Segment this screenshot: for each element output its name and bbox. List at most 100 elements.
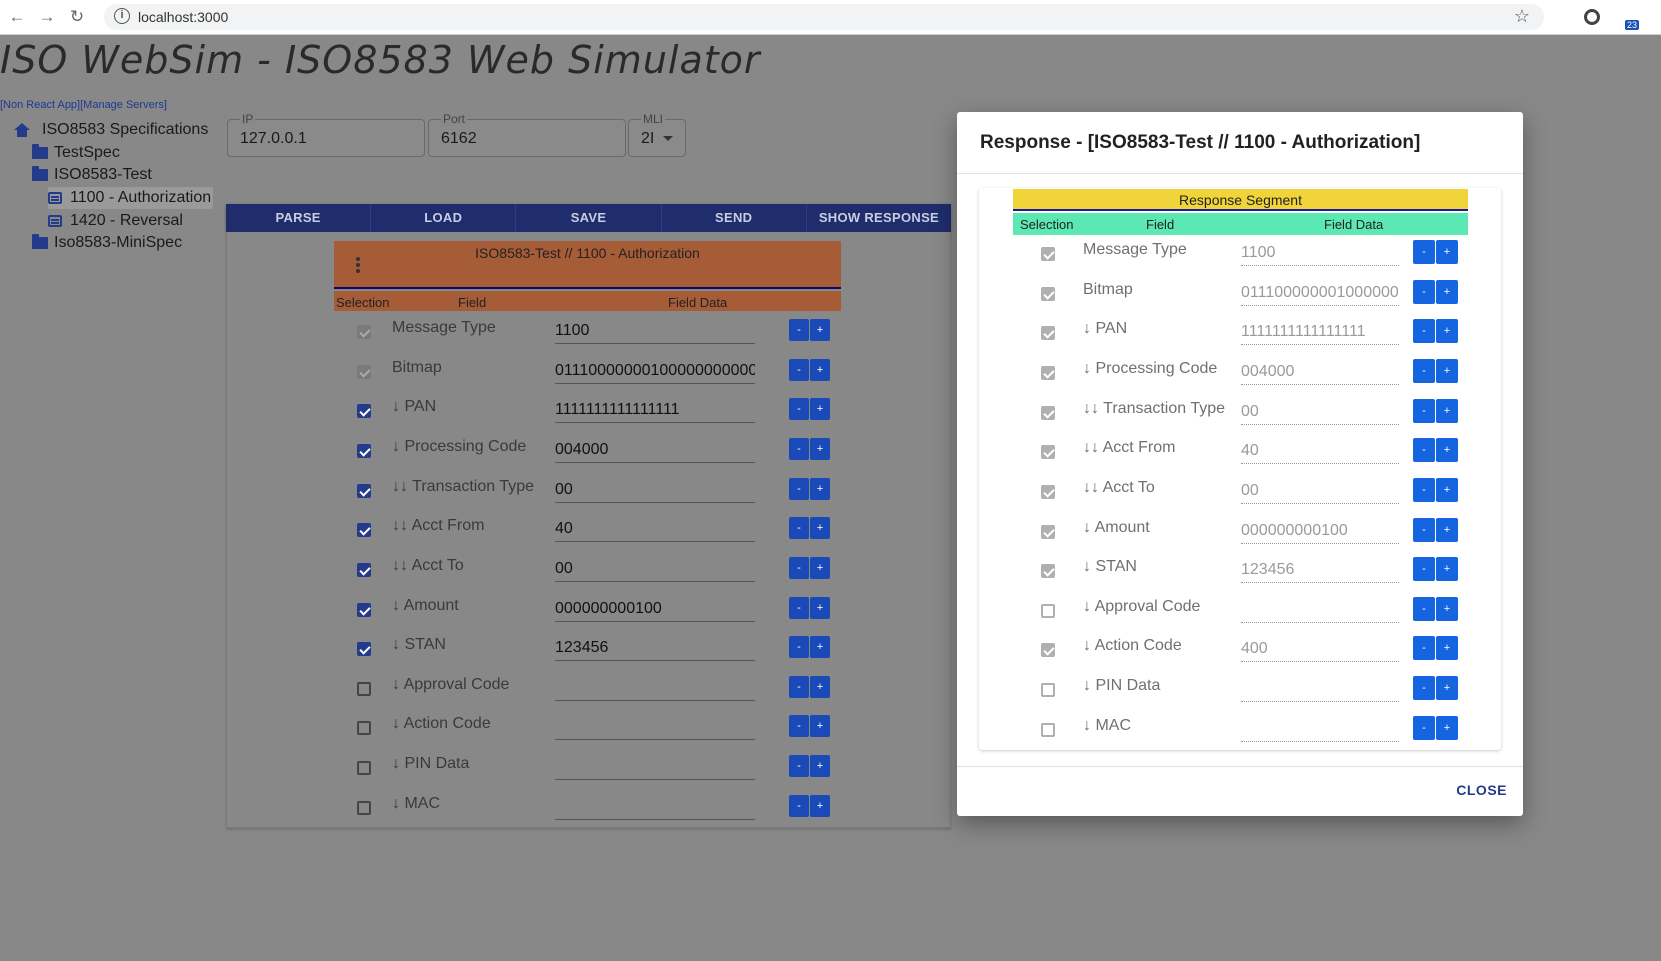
minus-button[interactable]: -	[1413, 359, 1435, 383]
plus-button[interactable]: +	[810, 636, 830, 658]
plus-button[interactable]: +	[810, 398, 830, 420]
ip-field[interactable]: IP 127.0.0.1	[227, 112, 425, 157]
field-checkbox[interactable]	[357, 563, 371, 577]
plus-button[interactable]: +	[1436, 280, 1458, 304]
back-arrow-icon[interactable]: ←	[6, 6, 28, 28]
minus-button[interactable]: -	[789, 398, 809, 420]
minus-button[interactable]: -	[789, 597, 809, 619]
field-data-input[interactable]	[555, 754, 755, 780]
plus-button[interactable]: +	[810, 557, 830, 579]
field-data-input[interactable]: 000000000100	[555, 596, 755, 622]
plus-button[interactable]: +	[1436, 557, 1458, 581]
bookmark-star-icon[interactable]: ☆	[1514, 6, 1530, 27]
tree-root[interactable]: ISO8583 Specifications	[14, 119, 208, 141]
plus-button[interactable]: +	[810, 597, 830, 619]
tree-item-testspec[interactable]: TestSpec	[32, 142, 120, 164]
minus-button[interactable]: -	[1413, 399, 1435, 423]
minus-button[interactable]: -	[1413, 676, 1435, 700]
minus-button[interactable]: -	[1413, 597, 1435, 621]
minus-button[interactable]: -	[789, 676, 809, 698]
field-data-input[interactable]: 00	[555, 477, 755, 503]
load-button[interactable]: LOAD	[371, 204, 517, 232]
field-data-input[interactable]	[555, 714, 755, 740]
field-data-input[interactable]: 1100	[555, 318, 755, 344]
extension-icon[interactable]	[1584, 9, 1600, 25]
plus-button[interactable]: +	[810, 478, 830, 500]
plus-button[interactable]: +	[810, 359, 830, 381]
plus-button[interactable]: +	[1436, 716, 1458, 740]
tree-item-1420-reversal[interactable]: 1420 - Reversal	[48, 210, 183, 232]
minus-button[interactable]: -	[789, 359, 809, 381]
show-response-button[interactable]: SHOW RESPONSE	[807, 204, 951, 232]
minus-button[interactable]: -	[789, 557, 809, 579]
plus-button[interactable]: +	[810, 676, 830, 698]
plus-button[interactable]: +	[810, 795, 830, 817]
field-checkbox[interactable]	[357, 365, 371, 379]
field-data-input[interactable]: 0111000000010000000000000000	[555, 358, 755, 384]
minus-button[interactable]: -	[1413, 557, 1435, 581]
minus-button[interactable]: -	[789, 517, 809, 539]
plus-button[interactable]: +	[810, 755, 830, 777]
plus-button[interactable]: +	[1436, 359, 1458, 383]
minus-button[interactable]: -	[1413, 636, 1435, 660]
field-checkbox[interactable]	[357, 444, 371, 458]
save-button[interactable]: SAVE	[516, 204, 662, 232]
field-checkbox[interactable]	[357, 761, 371, 775]
send-button[interactable]: SEND	[662, 204, 807, 232]
port-field[interactable]: Port 6162	[428, 112, 626, 157]
field-checkbox[interactable]	[357, 523, 371, 537]
plus-button[interactable]: +	[1436, 438, 1458, 462]
field-checkbox[interactable]	[357, 325, 371, 339]
field-data-input[interactable]: 123456	[555, 635, 755, 661]
field-data-input[interactable]	[555, 675, 755, 701]
plus-button[interactable]: +	[1436, 240, 1458, 264]
tree-item-1100-authorization[interactable]: 1100 - Authorization	[48, 187, 214, 209]
minus-button[interactable]: -	[789, 319, 809, 341]
field-checkbox[interactable]	[357, 682, 371, 696]
forward-arrow-icon[interactable]: →	[36, 6, 58, 28]
minus-button[interactable]: -	[1413, 280, 1435, 304]
plus-button[interactable]: +	[810, 438, 830, 460]
minus-button[interactable]: -	[1413, 240, 1435, 264]
plus-button[interactable]: +	[1436, 518, 1458, 542]
close-button[interactable]: CLOSE	[1456, 782, 1507, 798]
minus-button[interactable]: -	[789, 478, 809, 500]
mli-select[interactable]: MLI 2I	[628, 112, 686, 157]
field-checkbox[interactable]	[357, 484, 371, 498]
plus-button[interactable]: +	[810, 715, 830, 737]
plus-button[interactable]: +	[810, 319, 830, 341]
field-data-input[interactable]: 40	[555, 516, 755, 542]
plus-button[interactable]: +	[1436, 676, 1458, 700]
reload-icon[interactable]: ↻	[66, 6, 88, 28]
field-data-input[interactable]: 1111111111111111	[555, 397, 755, 423]
extension-badge-icon[interactable]: 23	[1617, 6, 1639, 30]
plus-button[interactable]: +	[1436, 478, 1458, 502]
field-checkbox[interactable]	[357, 603, 371, 617]
field-data-input[interactable]: 004000	[555, 437, 755, 463]
address-bar[interactable]: i localhost:3000 ☆	[104, 4, 1544, 30]
field-checkbox[interactable]	[357, 642, 371, 656]
field-checkbox[interactable]	[357, 721, 371, 735]
plus-button[interactable]: +	[810, 517, 830, 539]
field-data-input[interactable]	[555, 794, 755, 820]
tree-item-iso8583-minispec[interactable]: Iso8583-MiniSpec	[32, 232, 182, 254]
field-data-input[interactable]: 00	[555, 556, 755, 582]
minus-button[interactable]: -	[1413, 319, 1435, 343]
plus-button[interactable]: +	[1436, 319, 1458, 343]
minus-button[interactable]: -	[1413, 478, 1435, 502]
plus-button[interactable]: +	[1436, 636, 1458, 660]
field-checkbox[interactable]	[357, 801, 371, 815]
parse-button[interactable]: PARSE	[226, 204, 372, 232]
minus-button[interactable]: -	[789, 795, 809, 817]
minus-button[interactable]: -	[1413, 716, 1435, 740]
tree-item-iso8583-test[interactable]: ISO8583-Test	[32, 164, 152, 186]
info-icon[interactable]: i	[114, 8, 130, 24]
plus-button[interactable]: +	[1436, 597, 1458, 621]
non-react-app-link[interactable]: [Non React App]	[0, 99, 80, 111]
minus-button[interactable]: -	[789, 755, 809, 777]
minus-button[interactable]: -	[1413, 438, 1435, 462]
minus-button[interactable]: -	[1413, 518, 1435, 542]
manage-servers-link[interactable]: [Manage Servers]	[80, 99, 167, 111]
minus-button[interactable]: -	[789, 636, 809, 658]
field-checkbox[interactable]	[357, 404, 371, 418]
